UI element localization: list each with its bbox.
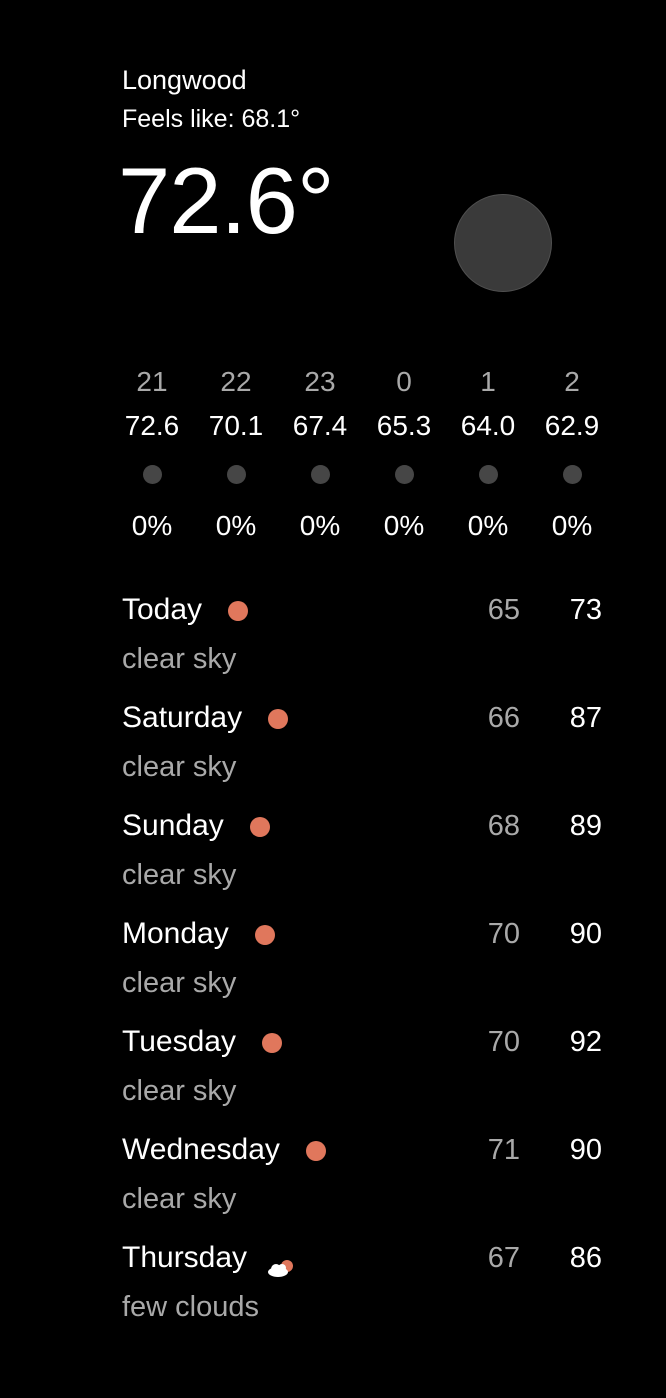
hour-temperature: 64.0: [460, 410, 516, 441]
day-name: Monday: [122, 917, 229, 950]
night-clear-icon: [563, 465, 582, 484]
hourly-item: 0 65.3 0%: [362, 362, 446, 552]
day-high-temperature: 92: [569, 1026, 602, 1058]
day-low-temperature: 70: [487, 1026, 520, 1058]
day-low-temperature: 65: [487, 594, 520, 626]
day-high-temperature: 86: [569, 1242, 602, 1274]
day-high-temperature: 87: [569, 702, 602, 734]
sun-icon: [261, 1033, 282, 1054]
day-description: clear sky: [122, 967, 237, 999]
day-low-temperature: 66: [487, 702, 520, 734]
night-clear-icon: [227, 465, 246, 484]
day-description: clear sky: [122, 1183, 237, 1215]
daily-row: Tuesday clear sky 70 92: [122, 1020, 602, 1128]
hour-precipitation: 0%: [299, 510, 341, 541]
hour-precipitation: 0%: [131, 510, 173, 541]
hour-temperature: 65.3: [376, 410, 432, 441]
daily-row: Sunday clear sky 68 89: [122, 804, 602, 912]
day-high-temperature: 73: [569, 594, 602, 626]
day-low-temperature: 68: [487, 810, 520, 842]
day-name: Wednesday: [122, 1133, 280, 1166]
current-conditions: Longwood Feels like: 68.1° 72.6°: [118, 58, 602, 308]
night-clear-icon: [395, 465, 414, 484]
sun-icon: [228, 601, 249, 622]
daily-forecast: Today clear sky 65 73 Saturday clear sky…: [122, 588, 602, 1344]
day-description: clear sky: [122, 1075, 237, 1107]
moon-icon: [454, 194, 552, 292]
night-clear-icon: [479, 465, 498, 484]
day-name: Today: [122, 593, 203, 626]
sun-icon: [268, 709, 289, 730]
location-name: Longwood: [122, 65, 247, 95]
day-name: Tuesday: [122, 1025, 236, 1058]
day-high-temperature: 90: [569, 918, 602, 950]
hourly-forecast: 21 72.6 0% 22 70.1 0% 23 67.4 0% 0 65.3 …: [110, 362, 614, 552]
hourly-item: 2 62.9 0%: [530, 362, 614, 552]
day-description: clear sky: [122, 643, 237, 675]
hour-time: 22: [220, 366, 252, 397]
night-clear-icon: [311, 465, 330, 484]
hour-temperature: 62.9: [544, 410, 600, 441]
night-clear-icon: [143, 465, 162, 484]
hour-temperature: 70.1: [208, 410, 264, 441]
daily-row: Today clear sky 65 73: [122, 588, 602, 696]
few-clouds-icon: [267, 1249, 295, 1278]
day-low-temperature: 70: [487, 918, 520, 950]
hour-time: 0: [396, 366, 412, 397]
sun-icon: [254, 925, 275, 946]
hour-temperature: 67.4: [292, 410, 348, 441]
day-high-temperature: 90: [569, 1134, 602, 1166]
hour-time: 21: [136, 366, 168, 397]
hourly-item: 1 64.0 0%: [446, 362, 530, 552]
daily-row: Wednesday clear sky 71 90: [122, 1128, 602, 1236]
day-name: Saturday: [122, 701, 243, 734]
day-low-temperature: 67: [487, 1242, 520, 1274]
day-description: clear sky: [122, 751, 237, 783]
sun-icon: [305, 1141, 326, 1162]
day-high-temperature: 89: [569, 810, 602, 842]
feels-like: Feels like: 68.1°: [122, 105, 301, 133]
day-description: few clouds: [122, 1291, 260, 1323]
sun-icon: [249, 817, 270, 838]
hour-precipitation: 0%: [383, 510, 425, 541]
hourly-item: 21 72.6 0%: [110, 362, 194, 552]
current-temperature: 72.6°: [118, 148, 335, 253]
hourly-item: 22 70.1 0%: [194, 362, 278, 552]
hourly-item: 23 67.4 0%: [278, 362, 362, 552]
day-name: Sunday: [122, 809, 224, 842]
day-low-temperature: 71: [487, 1134, 520, 1166]
day-name: Thursday: [122, 1241, 248, 1274]
hour-precipitation: 0%: [551, 510, 593, 541]
daily-row: Saturday clear sky 66 87: [122, 696, 602, 804]
hour-time: 2: [564, 366, 580, 397]
hour-precipitation: 0%: [467, 510, 509, 541]
day-description: clear sky: [122, 859, 237, 891]
hour-precipitation: 0%: [215, 510, 257, 541]
daily-row: Monday clear sky 70 90: [122, 912, 602, 1020]
hour-time: 1: [480, 366, 496, 397]
hour-time: 23: [304, 366, 336, 397]
hour-temperature: 72.6: [124, 410, 180, 441]
daily-row: Thursday few clouds 67 86: [122, 1236, 602, 1344]
